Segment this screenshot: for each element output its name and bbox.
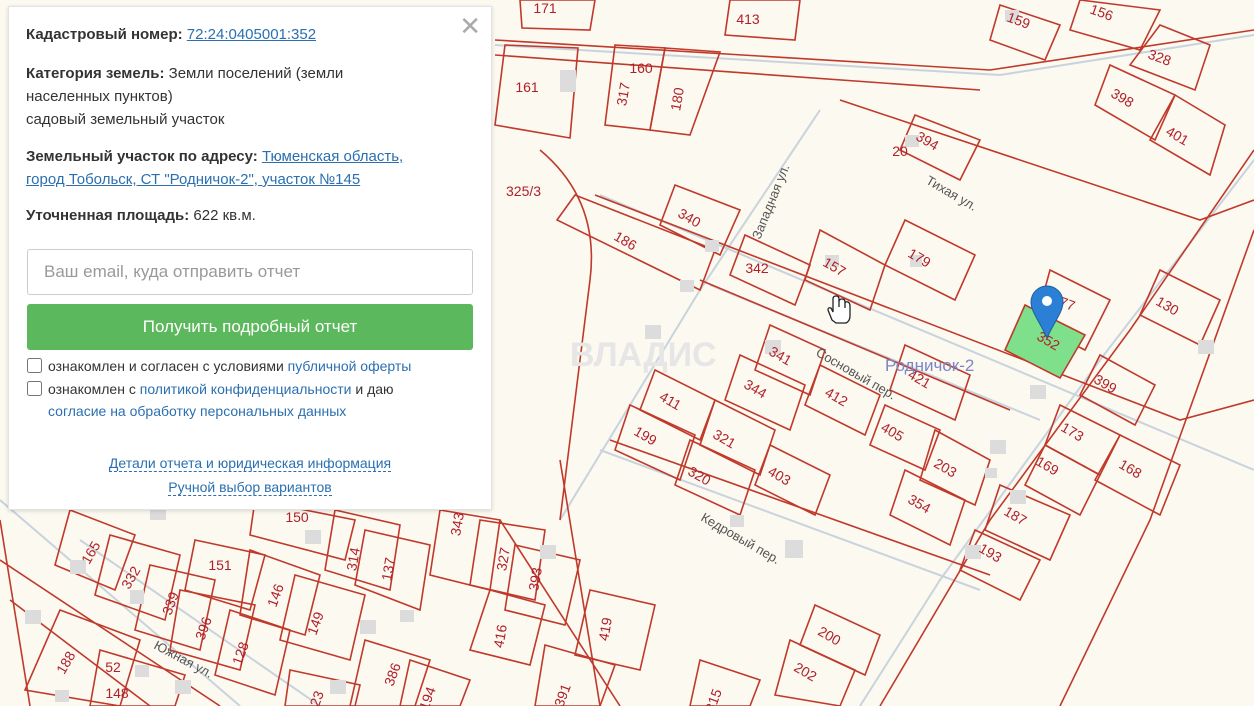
plot-number-label: 193 xyxy=(976,540,1004,566)
plot-number-label: 327 xyxy=(493,546,513,572)
area-label: Уточненная площадь: xyxy=(26,207,190,224)
address-link[interactable]: Тюменская область, xyxy=(262,148,403,165)
cadastral-row: Кадастровый номер: 72:24:0405001:352 xyxy=(26,23,461,46)
privacy-link[interactable]: политикой конфиденциальности xyxy=(140,381,352,397)
plot-number-label: 398 xyxy=(1108,85,1136,111)
plot-number-label: 202 xyxy=(791,659,819,685)
plot-number-label: 391 xyxy=(551,681,574,706)
plot-number-label: 160 xyxy=(629,60,653,76)
watermark: ВЛАДИС xyxy=(570,336,717,374)
plot-number-label: 317 xyxy=(613,81,633,107)
info-panel: ✕ Кадастровый номер: 72:24:0405001:352 К… xyxy=(8,6,492,510)
plot-number-label: 169 xyxy=(1033,453,1061,479)
manual-link-row: Ручной выбор вариантов xyxy=(9,479,491,496)
plot-number-label: 128 xyxy=(229,639,252,667)
plot-number-label: 151 xyxy=(208,557,232,573)
plot-number-label: 161 xyxy=(515,79,539,95)
details-link[interactable]: Детали отчета и юридическая информация xyxy=(108,455,392,472)
plot-number-label: 354 xyxy=(905,491,933,517)
consent-privacy: ознакомлен с политикой конфиденциальност… xyxy=(27,378,394,422)
plot-number-label: 339 xyxy=(159,589,182,617)
plot-number-label: 386 xyxy=(381,660,404,688)
cadastral-label: Кадастровый номер: xyxy=(26,26,183,43)
plot-number-label: 146 xyxy=(264,581,287,609)
category-value: садовый земельный участок xyxy=(26,111,225,128)
plot-number-label: 159 xyxy=(1005,9,1033,32)
area-value: 622 кв.м. xyxy=(193,207,256,224)
personal-data-link[interactable]: согласие на обработку персональных данны… xyxy=(48,403,346,419)
plot-number-label: 399 xyxy=(1091,371,1119,397)
address-row: Земельный участок по адресу: Тюменская о… xyxy=(26,145,461,191)
plot-number-label: 199 xyxy=(631,423,659,449)
area-label: Родничок-2 xyxy=(885,356,974,375)
offer-checkbox[interactable] xyxy=(27,358,42,373)
address-label: Земельный участок по адресу: xyxy=(26,148,258,165)
close-icon[interactable]: ✕ xyxy=(459,13,481,39)
plot-number-label: 416 xyxy=(490,623,510,649)
consent-text: и даю xyxy=(355,381,394,397)
plot-number-label: 168 xyxy=(1116,456,1144,482)
plot-number-label: 403 xyxy=(765,463,793,489)
plot-number-label: 187 xyxy=(1001,503,1029,529)
plot-number-label: 148 xyxy=(105,685,129,701)
category-value: Земли поселений (земли xyxy=(168,65,344,82)
street-label: Западная ул. xyxy=(749,162,793,241)
category-label: Категория земель: xyxy=(26,65,165,82)
offer-link[interactable]: публичной оферты xyxy=(288,358,412,374)
area-row: Уточненная площадь: 622 кв.м. xyxy=(26,204,461,227)
plot-number-label: 412 xyxy=(822,384,850,410)
plot-number-label: 393 xyxy=(525,566,545,592)
plot-number-label: 171 xyxy=(533,0,557,16)
plot-number-label: 194 xyxy=(416,684,439,706)
plot-number-label: 186 xyxy=(611,228,639,254)
plot-number-label: 325/3 xyxy=(506,183,541,199)
plot-number-label: 405 xyxy=(878,419,906,445)
manual-selection-link[interactable]: Ручной выбор вариантов xyxy=(168,479,332,496)
plot-number-label: 200 xyxy=(815,623,843,649)
plot-number-label: 179 xyxy=(905,245,933,271)
plot-number-label: 401 xyxy=(1163,123,1191,149)
email-input[interactable] xyxy=(27,249,473,295)
plot-number-label: 342 xyxy=(745,260,769,276)
plot-number-label: 344 xyxy=(741,376,769,402)
plot-number-label: 315 xyxy=(702,686,725,706)
consent-text: ознакомлен и согласен с условиями xyxy=(48,358,284,374)
plot-number-label: 413 xyxy=(736,11,760,27)
address-link[interactable]: город Тобольск, СТ "Родничок-2", участок… xyxy=(26,171,360,188)
plot-number-label: 52 xyxy=(105,659,121,675)
plot-number-label: 150 xyxy=(285,509,309,525)
plot-number-label: 320 xyxy=(685,463,713,489)
plot-number-label: 419 xyxy=(595,616,615,642)
cadastral-number-link[interactable]: 72:24:0405001:352 xyxy=(187,26,316,43)
plot-number-label: 340 xyxy=(675,205,703,231)
category-value: населенных пунктов) xyxy=(26,88,173,105)
plot-number-label: 180 xyxy=(667,86,687,112)
get-report-button[interactable]: Получить подробный отчет xyxy=(27,304,473,350)
plot-number-label: 203 xyxy=(931,455,959,481)
plot-number-label: 157 xyxy=(820,254,848,280)
plot-number-label: 137 xyxy=(378,556,398,582)
plot-number-label: 321 xyxy=(710,426,738,452)
plot-number-label: 130 xyxy=(1153,293,1181,319)
plot-number-label: 332 xyxy=(118,563,144,591)
plot-number-label: 188 xyxy=(53,648,79,676)
privacy-checkbox[interactable] xyxy=(27,381,42,396)
plot-number-label: 343 xyxy=(447,511,467,537)
consent-offer: ознакомлен и согласен с условиями публич… xyxy=(27,355,411,377)
details-link-row: Детали отчета и юридическая информация xyxy=(9,455,491,472)
plot-number-label: 149 xyxy=(304,609,327,637)
street-label: Тихая ул. xyxy=(924,173,980,214)
consent-text: ознакомлен с xyxy=(48,381,136,397)
plot-number-label: 314 xyxy=(343,546,363,572)
plot-number-label: 20 xyxy=(892,143,908,159)
plot-number-label: 411 xyxy=(657,388,685,413)
category-row: Категория земель: Земли поселений (земли… xyxy=(26,62,461,131)
